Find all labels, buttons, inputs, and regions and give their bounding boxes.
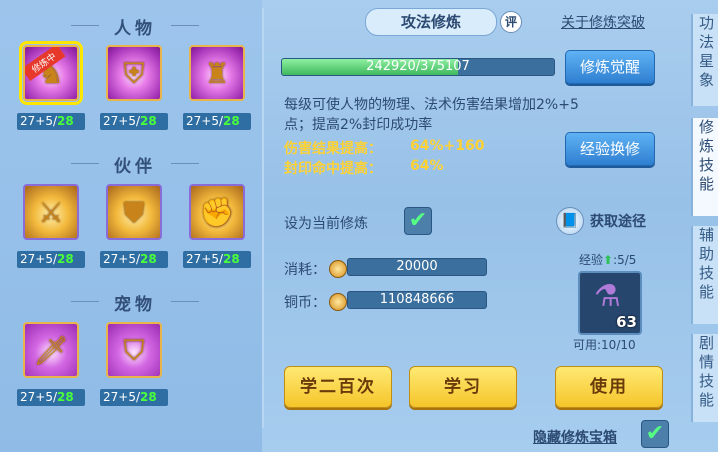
slot-level-label: 27+5/28	[183, 113, 251, 130]
exp-exchange-button[interactable]: 经验换修	[565, 132, 655, 166]
cost-label: 消耗：	[284, 262, 326, 278]
evaluate-button[interactable]: 评	[500, 11, 522, 33]
character-cultivation-slot-1[interactable]: ♞ 修炼中	[19, 41, 83, 105]
sword-icon: ⚔	[38, 196, 64, 230]
pet-cultivation-slot-1[interactable]: 🗡	[23, 322, 79, 378]
tab-cultivation-skill[interactable]: 修炼技能	[691, 118, 718, 216]
cultivation-item-slot[interactable]: ⚗ 63	[578, 271, 642, 335]
damage-stat-value: 64%+160	[410, 138, 485, 154]
armor-icon: ♜	[204, 57, 230, 91]
character-cultivation-slot-3[interactable]: ♜	[189, 45, 245, 101]
slot-level-label: 27+5/28	[183, 251, 251, 268]
slot-level-label: 27+5/28	[17, 389, 85, 406]
tab-star-art[interactable]: 功法星象	[691, 14, 718, 106]
item-usable: 可用:10/10	[573, 338, 636, 352]
pet-sword-icon: 🗡	[33, 334, 69, 368]
gauntlet-icon: ✊	[199, 196, 235, 230]
panel-title: 攻法修炼	[365, 8, 497, 36]
hide-box-label[interactable]: 隐藏修炼宝箱	[533, 427, 617, 447]
hide-box-checkbox[interactable]: ✔	[641, 420, 669, 448]
breakthrough-link[interactable]: 关于修炼突破	[561, 12, 645, 32]
cultivation-window: 人物 ♞ 修炼中 ⛨ ♜ 27+5/28 27+5/28 27+5/28 伙伴 …	[0, 0, 718, 452]
copper-label: 铜币：	[284, 295, 326, 311]
armor-icon: ⛨	[123, 57, 145, 91]
copper-coin-icon	[329, 293, 347, 311]
pet-cultivation-slot-2[interactable]: ⛉	[106, 322, 162, 378]
cost-coin-icon	[329, 260, 347, 278]
slot-level-label: 27+5/28	[17, 113, 85, 130]
partner-cultivation-slot-3[interactable]: ✊	[189, 184, 245, 240]
section-title-partner: 伙伴	[71, 152, 199, 177]
up-arrow-icon: ⬆	[603, 253, 614, 267]
use-button[interactable]: 使用	[555, 366, 663, 408]
partner-cultivation-slot-2[interactable]: ⛊	[106, 184, 162, 240]
slot-level-label: 27+5/28	[100, 251, 168, 268]
item-exp-label: 经验	[579, 253, 604, 267]
exp-progress-bar: 242920/375107	[281, 58, 555, 76]
slot-level-label: 27+5/28	[100, 113, 168, 130]
obtain-link[interactable]: 获取途径	[590, 211, 646, 231]
seal-stat-label: 封印命中提高：	[284, 161, 382, 177]
slot-level-label: 27+5/28	[17, 251, 85, 268]
damage-stat-label: 伤害结果提高：	[284, 141, 382, 157]
learn-200-button[interactable]: 学二百次	[284, 366, 392, 408]
set-current-checkbox[interactable]: ✔	[404, 207, 432, 235]
section-title-pet: 宠物	[71, 290, 199, 315]
potion-icon: ⚗	[594, 279, 621, 314]
cost-value: 20000	[347, 258, 487, 276]
shield-icon: ⛊	[123, 196, 145, 230]
awaken-button[interactable]: 修炼觉醒	[565, 50, 655, 84]
tab-story-skill[interactable]: 剧情技能	[691, 334, 718, 422]
section-title-character: 人物	[71, 14, 199, 39]
item-exp-value: :5/5	[613, 253, 637, 267]
set-current-label: 设为当前修炼	[284, 216, 368, 232]
exp-progress-text: 242920/375107	[366, 59, 470, 74]
check-icon: ✔	[408, 208, 428, 233]
slot-level-label: 27+5/28	[100, 389, 168, 406]
book-icon[interactable]: 📘	[556, 207, 584, 235]
cultivation-description: 每级可使人物的物理、法术伤害结果增加2%+5点；提高2%封印成功率	[284, 97, 579, 133]
character-cultivation-slot-2[interactable]: ⛨	[106, 45, 162, 101]
item-count: 63	[616, 313, 637, 331]
partner-cultivation-slot-1[interactable]: ⚔	[23, 184, 79, 240]
panel-divider	[262, 8, 264, 428]
check-icon: ✔	[645, 421, 665, 446]
copper-value: 110848666	[347, 291, 487, 309]
tab-assist-skill[interactable]: 辅助技能	[691, 226, 718, 324]
pet-shield-icon: ⛉	[123, 334, 145, 368]
learn-button[interactable]: 学习	[409, 366, 517, 408]
item-exp-row: 经验⬆:5/5	[579, 251, 636, 268]
seal-stat-value: 64%	[410, 158, 444, 174]
